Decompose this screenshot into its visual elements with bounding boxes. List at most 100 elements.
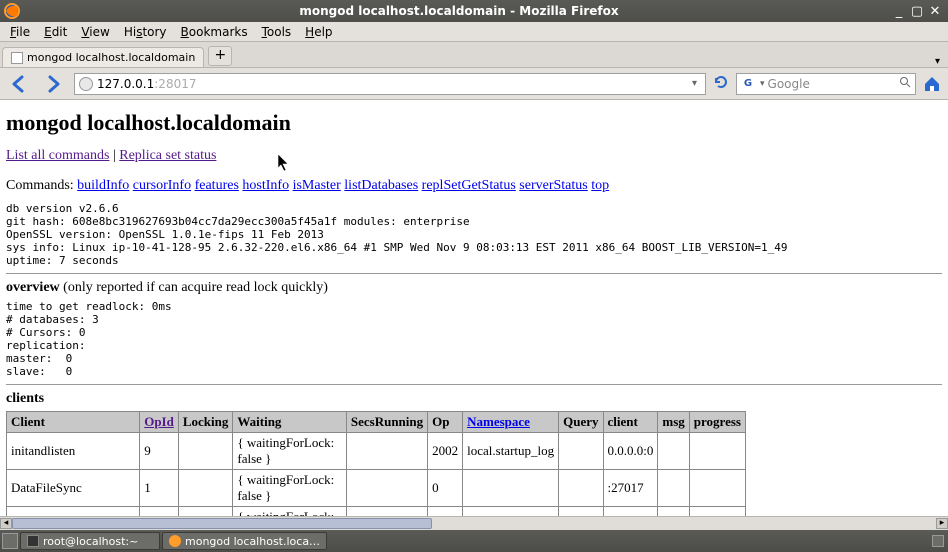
cell-opid: 1 [140, 470, 179, 507]
tabs-dropdown[interactable]: ▾ [929, 56, 946, 67]
link-cmd-replSetGetStatus[interactable]: replSetGetStatus [422, 178, 516, 193]
col-msg: msg [658, 412, 689, 433]
overview-heading: overview (only reported if can acquire r… [6, 280, 942, 296]
firefox-icon [169, 535, 181, 547]
cell-client: initandlisten [7, 433, 140, 470]
link-cmd-serverStatus[interactable]: serverStatus [519, 178, 587, 193]
search-engine-dropdown[interactable]: ▾ [757, 79, 768, 89]
menu-history[interactable]: History [118, 23, 173, 41]
link-cmd-top[interactable]: top [591, 178, 609, 193]
url-dropdown-icon[interactable]: ▾ [688, 78, 701, 89]
cell-msg [658, 470, 689, 507]
col-client: client [603, 412, 658, 433]
cell-msg [658, 433, 689, 470]
globe-icon [79, 77, 93, 91]
menu-bookmarks[interactable]: Bookmarks [175, 23, 254, 41]
taskbar: root@localhost:~ mongod localhost.loca… [0, 530, 948, 552]
col-locking: Locking [178, 412, 233, 433]
scroll-right-button[interactable]: ▸ [936, 518, 948, 529]
reload-button[interactable] [712, 74, 730, 94]
cell-waiting: { waitingForLock: false } [233, 470, 347, 507]
browser-tab[interactable]: mongod localhost.localdomain [2, 47, 204, 67]
search-bar[interactable]: G ▾ Google [736, 73, 916, 95]
cell-client: DataFileSync [7, 470, 140, 507]
tray-icon[interactable] [932, 535, 944, 547]
cell-progress [689, 433, 745, 470]
commands-label: Commands: [6, 178, 77, 193]
link-list-all-commands[interactable]: List all commands [6, 148, 109, 163]
link-replica-set-status[interactable]: Replica set status [119, 148, 216, 163]
tabbar: mongod localhost.localdomain + ▾ [0, 42, 948, 68]
menu-view[interactable]: View [75, 23, 115, 41]
google-icon: G [741, 77, 755, 91]
taskbar-terminal[interactable]: root@localhost:~ [20, 532, 160, 550]
menubar: File Edit View History Bookmarks Tools H… [0, 22, 948, 42]
url-bar[interactable]: 127.0.0.1:28017 ▾ [74, 73, 706, 95]
terminal-icon [27, 535, 39, 547]
menu-tools[interactable]: Tools [256, 23, 298, 41]
commands-row: Commands: buildInfo cursorInfo features … [6, 178, 942, 194]
url-host: 127.0.0.1 [97, 77, 154, 91]
table-row: initandlisten9{ waitingForLock: false }2… [7, 433, 746, 470]
link-cmd-listDatabases[interactable]: listDatabases [344, 178, 418, 193]
start-button[interactable] [2, 533, 18, 549]
divider [6, 273, 942, 274]
cell-clientaddr: 0.0.0.0:0 [603, 433, 658, 470]
link-cmd-features[interactable]: features [195, 178, 239, 193]
scroll-thumb[interactable] [12, 518, 432, 529]
taskbar-browser[interactable]: mongod localhost.loca… [162, 532, 327, 550]
search-icon[interactable] [899, 76, 911, 91]
cell-progress [689, 470, 745, 507]
cell-query [559, 433, 603, 470]
minimize-button[interactable]: _ [890, 4, 908, 19]
system-info: db version v2.6.6 git hash: 608e8bc31962… [6, 202, 942, 267]
forward-button[interactable] [40, 72, 68, 96]
cell-locking [178, 470, 233, 507]
link-cmd-cursorInfo[interactable]: cursorInfo [133, 178, 191, 193]
window-titlebar: mongod localhost.localdomain - Mozilla F… [0, 0, 948, 22]
window-title: mongod localhost.localdomain - Mozilla F… [28, 4, 890, 18]
link-sort-namespace[interactable]: Namespace [467, 414, 530, 429]
maximize-button[interactable]: ▢ [908, 4, 926, 19]
col-namespace: Namespace [463, 412, 559, 433]
cell-waiting: { waitingForLock: false } [233, 433, 347, 470]
col-progress: progress [689, 412, 745, 433]
link-sort-opid[interactable]: OpId [144, 414, 174, 429]
link-cmd-hostInfo[interactable]: hostInfo [242, 178, 289, 193]
scroll-left-button[interactable]: ◂ [0, 518, 12, 529]
divider [6, 384, 942, 385]
col-op: Op [428, 412, 463, 433]
col-waiting: Waiting [233, 412, 347, 433]
col-query: Query [559, 412, 603, 433]
overview-body: time to get readlock: 0ms # databases: 3… [6, 300, 942, 378]
cell-ns: local.startup_log [463, 433, 559, 470]
cell-opid: 9 [140, 433, 179, 470]
table-row: DataFileSync1{ waitingForLock: false }0:… [7, 470, 746, 507]
cell-query [559, 470, 603, 507]
link-cmd-isMaster[interactable]: isMaster [293, 178, 341, 193]
content-viewport: mongod localhost.localdomain List all co… [0, 100, 948, 530]
close-button[interactable]: ✕ [926, 4, 944, 19]
horizontal-scrollbar[interactable]: ◂ ▸ [0, 516, 948, 530]
cell-secs [346, 433, 427, 470]
menu-help[interactable]: Help [299, 23, 338, 41]
search-placeholder: Google [768, 77, 810, 91]
cell-secs [346, 470, 427, 507]
firefox-icon [4, 3, 20, 19]
top-links: List all commands | Replica set status [6, 148, 942, 164]
cell-op: 0 [428, 470, 463, 507]
col-secsrunning: SecsRunning [346, 412, 427, 433]
home-button[interactable] [922, 74, 942, 94]
clients-heading: clients [6, 391, 942, 407]
col-opid: OpId [140, 412, 179, 433]
cell-ns [463, 470, 559, 507]
menu-edit[interactable]: Edit [38, 23, 73, 41]
link-cmd-buildInfo[interactable]: buildInfo [77, 178, 129, 193]
menu-file[interactable]: File [4, 23, 36, 41]
page-heading: mongod localhost.localdomain [6, 110, 942, 136]
back-button[interactable] [6, 72, 34, 96]
tab-label: mongod localhost.localdomain [27, 51, 195, 64]
col-client: Client [7, 412, 140, 433]
new-tab-button[interactable]: + [208, 46, 232, 66]
url-port: :28017 [154, 77, 196, 91]
